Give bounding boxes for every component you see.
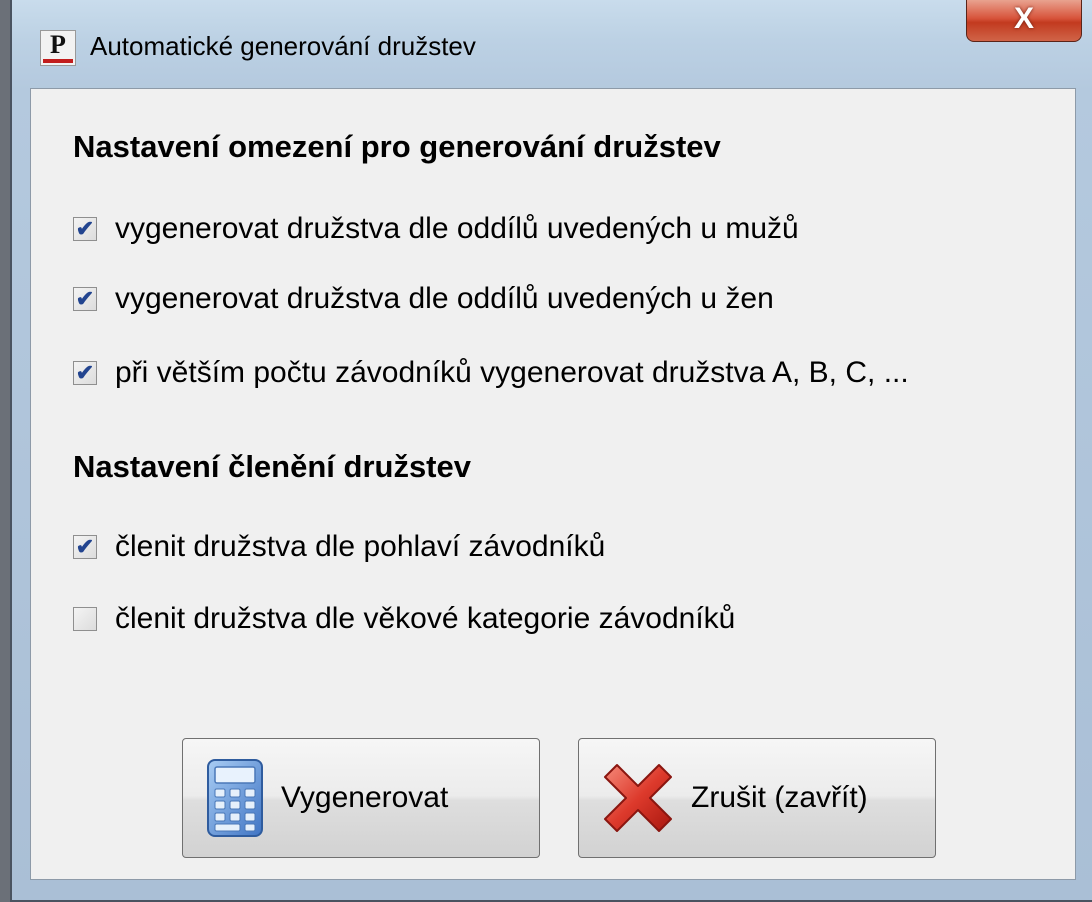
option-label: vygenerovat družstva dle oddílů uvedenýc… [115, 282, 774, 315]
option-men-clubs[interactable]: ✔ vygenerovat družstva dle oddílů uveden… [73, 209, 799, 249]
cancel-button[interactable]: Zrušit (zavřít) [578, 738, 936, 858]
option-women-clubs[interactable]: ✔ vygenerovat družstva dle oddílů uveden… [73, 279, 774, 319]
option-abc-teams[interactable]: ✔ při větším počtu závodníků vygenerovat… [73, 353, 909, 393]
option-label: členit družstva dle věkové kategorie záv… [115, 602, 736, 635]
checkbox[interactable]: ✔ [73, 287, 97, 311]
option-label: vygenerovat družstva dle oddílů uvedenýc… [115, 212, 799, 245]
checkbox[interactable] [73, 607, 97, 631]
checkbox[interactable]: ✔ [73, 217, 97, 241]
calculator-icon [207, 759, 263, 837]
cancel-button-label: Zrušit (zavřít) [691, 781, 868, 814]
option-by-gender[interactable]: ✔ členit družstva dle pohlaví závodníků [73, 527, 605, 567]
checkbox[interactable]: ✔ [73, 535, 97, 559]
generate-button-label: Vygenerovat [281, 781, 449, 814]
generate-button[interactable]: Vygenerovat [182, 738, 540, 858]
section-title-restrictions: Nastavení omezení pro generování družste… [73, 129, 721, 164]
option-label: členit družstva dle pohlaví závodníků [115, 530, 606, 563]
title-bar[interactable]: P Automatické generování družstev X [12, 0, 1092, 88]
red-x-icon [604, 764, 672, 832]
app-icon: P [40, 30, 76, 66]
option-by-age-category[interactable]: členit družstva dle věkové kategorie záv… [73, 599, 735, 639]
option-label: při větším počtu závodníků vygenerovat d… [115, 356, 909, 389]
close-button[interactable]: X [966, 0, 1082, 42]
checkbox[interactable]: ✔ [73, 361, 97, 385]
dialog-window: P Automatické generování družstev X Nast… [10, 0, 1092, 902]
section-title-division: Nastavení členění družstev [73, 449, 471, 484]
window-title: Automatické generování družstev [90, 31, 476, 61]
